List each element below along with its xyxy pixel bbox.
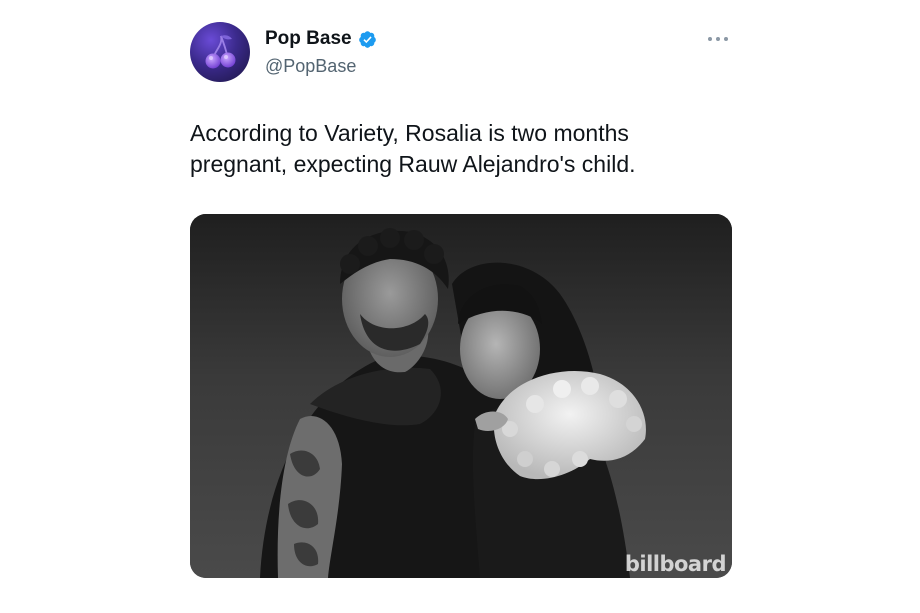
cherry-icon [205, 35, 236, 69]
tweet-card: Pop Base @PopBase According to Variety, … [0, 0, 920, 613]
photo-image [190, 214, 732, 578]
avatar[interactable] [190, 22, 250, 82]
author-name-row: Pop Base [265, 28, 377, 50]
display-name[interactable]: Pop Base [265, 28, 352, 50]
author-handle[interactable]: @PopBase [265, 55, 356, 77]
billboard-watermark: billboard [624, 552, 727, 576]
verified-badge-icon [358, 30, 376, 48]
more-options-icon[interactable] [706, 34, 730, 44]
tweet-text: According to Variety, Rosalia is two mon… [190, 120, 636, 177]
tweet-media-photo[interactable]: billboard [190, 214, 732, 578]
